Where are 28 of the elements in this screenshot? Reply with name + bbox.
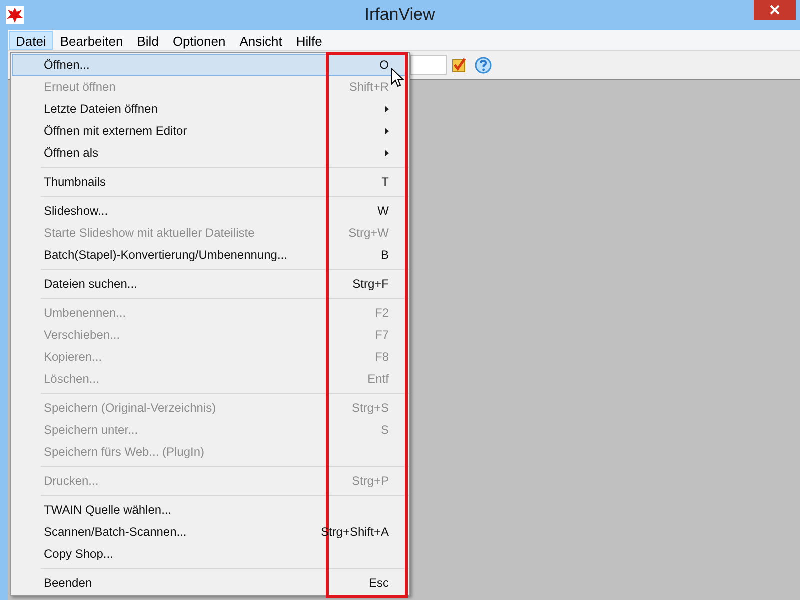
menu-entry[interactable]: Öffnen mit externem Editor [12, 120, 408, 142]
menu-item[interactable]: Bild [130, 30, 166, 50]
menu-entry[interactable]: Copy Shop... [12, 543, 408, 565]
menu-item[interactable]: Ansicht [232, 30, 290, 50]
close-icon [770, 5, 780, 15]
input-field[interactable] [410, 55, 447, 75]
menu-entry[interactable]: Thumbnails T [12, 171, 408, 193]
menu-item[interactable]: Hilfe [289, 30, 330, 50]
menu-entry[interactable]: Öffnen... O [12, 54, 408, 76]
menu-entry[interactable]: Batch(Stapel)-Konvertierung/Umbenennung... B [12, 244, 408, 266]
menu-entry[interactable]: Letzte Dateien öffnen [12, 98, 408, 120]
app-icon [6, 6, 24, 24]
menu-entry[interactable]: Öffnen als [12, 142, 408, 164]
submenu-arrow-icon [385, 106, 389, 112]
submenu-arrow-icon [385, 150, 389, 156]
help-icon[interactable] [475, 56, 492, 74]
menu-item[interactable]: Bearbeiten [53, 30, 130, 50]
menu-item[interactable]: Datei [9, 30, 54, 50]
menu-entry[interactable]: Slideshow... W [12, 200, 408, 222]
window-title: IrfanView [364, 4, 436, 26]
menu-item[interactable]: Optionen [166, 30, 233, 50]
menu-entry[interactable]: TWAIN Quelle wählen... [12, 499, 408, 521]
checkbox-icon[interactable] [452, 57, 467, 73]
menu-entry[interactable]: Beenden Esc [12, 572, 408, 594]
menu-entry[interactable]: Dateien suchen... Strg+F [12, 273, 408, 295]
mouse-pointer-icon [391, 68, 404, 88]
submenu-arrow-icon [385, 128, 389, 134]
close-button[interactable] [754, 0, 796, 20]
